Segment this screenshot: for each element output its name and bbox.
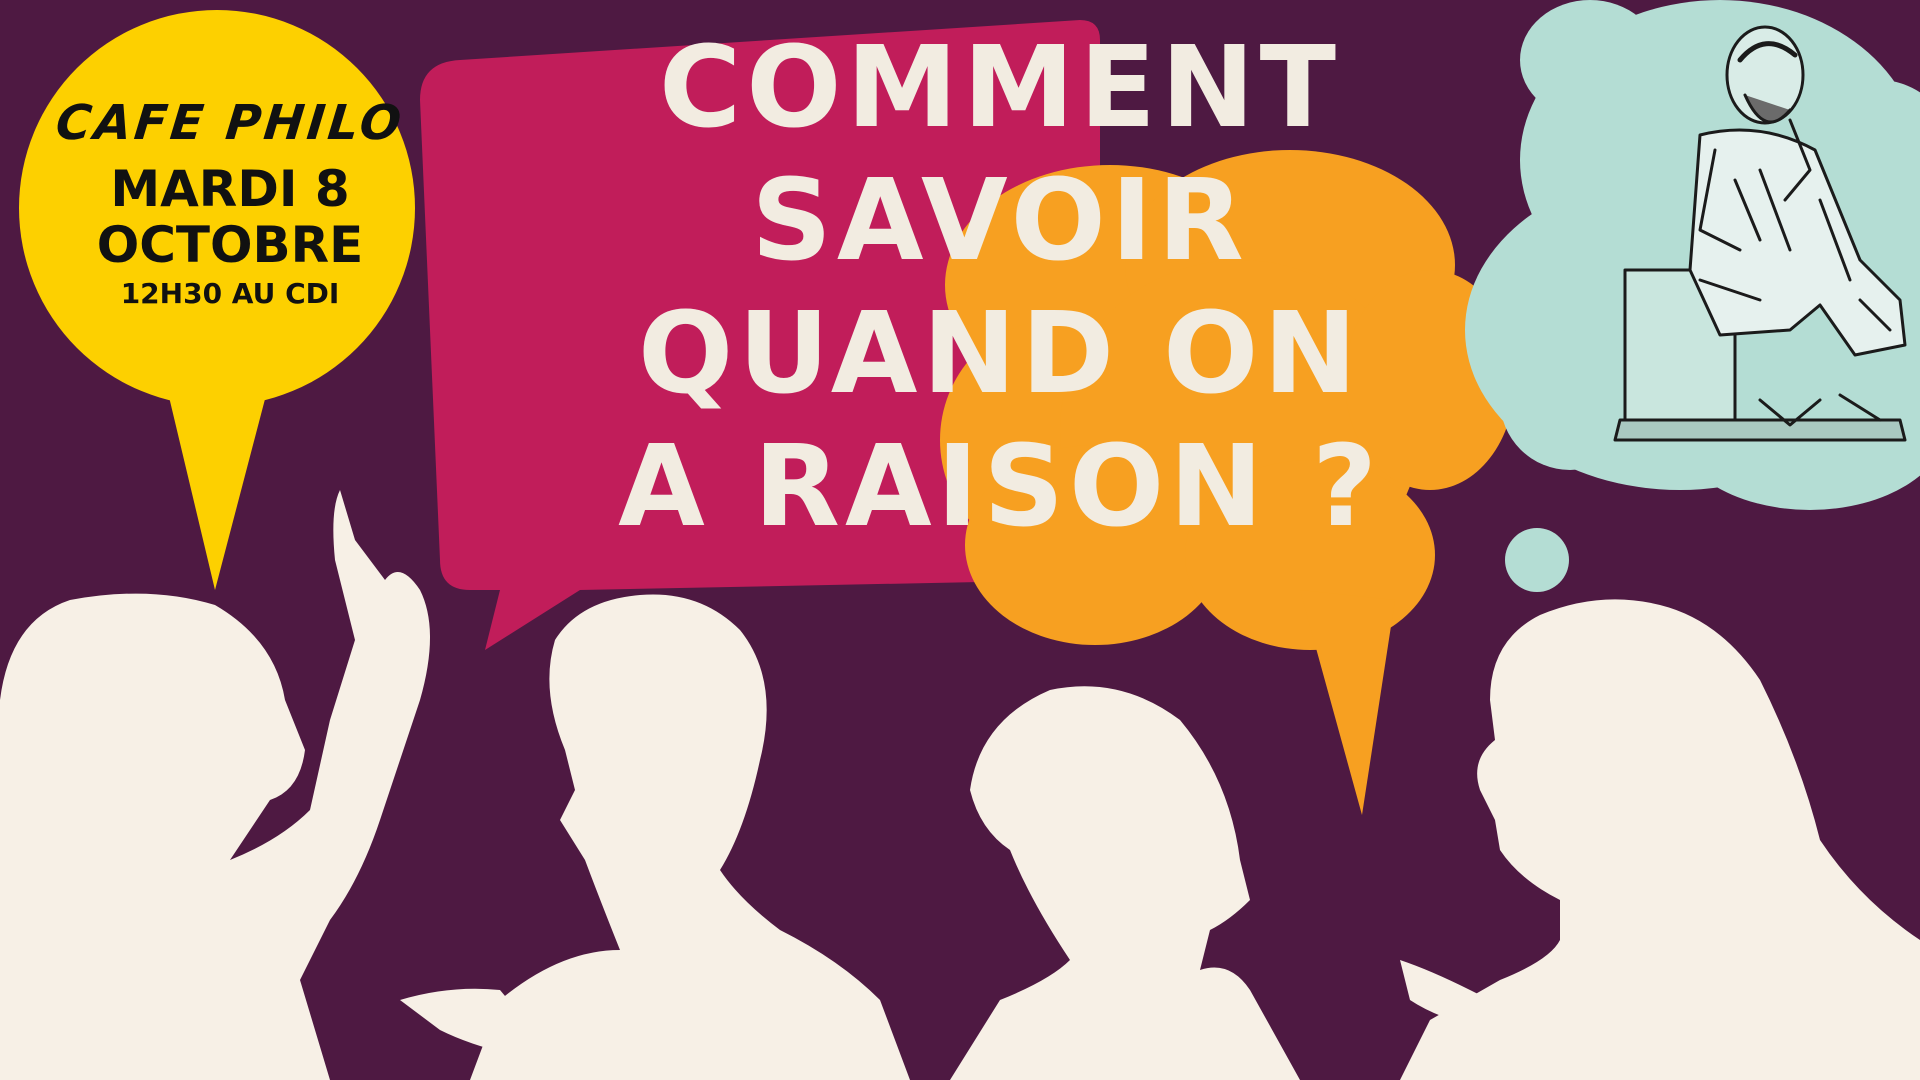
poster: CAFE PHILO MARDI 8 OCTOBRE 12H30 AU CDI … — [0, 0, 1920, 1080]
silhouette-person-3 — [950, 686, 1300, 1080]
headline: COMMENT SAVOIR QUAND ON A RAISON ? — [560, 22, 1440, 554]
event-date-line1: MARDI 8 — [110, 160, 350, 218]
event-date-line2: OCTOBRE — [96, 216, 364, 274]
headline-line-1: COMMENT — [659, 23, 1341, 153]
headline-line-3: QUAND ON — [637, 289, 1363, 419]
headline-line-4: A RAISON ? — [618, 422, 1382, 552]
event-time-place: 12H30 AU CDI — [120, 277, 340, 310]
silhouette-person-2 — [470, 594, 910, 1080]
headline-line-2: SAVOIR — [751, 156, 1249, 286]
event-kicker: CAFE PHILO — [53, 95, 407, 151]
event-info: CAFE PHILO MARDI 8 OCTOBRE 12H30 AU CDI — [40, 95, 420, 310]
